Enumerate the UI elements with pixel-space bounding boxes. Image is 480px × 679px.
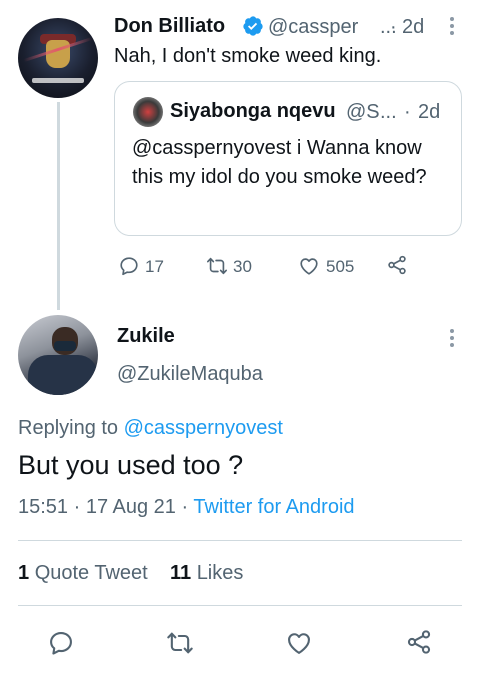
tweet-meta-line: 15:51 · 17 Aug 21 · Twitter for Android [18,496,355,519]
verified-badge-icon [243,16,263,36]
parent-timestamp[interactable]: 2d [402,16,424,39]
retweet-icon[interactable] [206,255,228,277]
quoted-author-name: Siyabonga nqevu [170,100,336,122]
parent-author-name[interactable]: Don Billiato [114,15,225,38]
quoted-timestamp: 2d [418,101,441,123]
likes-count: 11 [169,562,192,584]
reply-icon[interactable] [118,255,140,277]
share-icon[interactable] [405,628,433,656]
quote-tweet-stat[interactable]: 1 Quote Tweet [18,562,148,584]
main-author-name[interactable]: Zukile [117,325,175,348]
parent-author-handle[interactable]: @cassper [268,16,380,39]
avatar-caption [32,78,84,83]
replying-to-label: Replying to [18,417,119,439]
reply-count: 17 [145,257,164,276]
replying-to-line: Replying to @casspernyovest [18,417,283,440]
thread-connector-line [57,102,60,310]
divider [18,605,462,606]
parent-time-separator: · [390,16,397,38]
reply-icon[interactable] [47,629,75,657]
divider [18,540,462,541]
main-tweet-text: But you used too ? [18,450,244,480]
main-author-avatar[interactable] [18,315,98,395]
main-author-handle[interactable]: @ZukileMaquba [117,363,263,386]
avatar-body [28,355,98,395]
parent-author-avatar[interactable] [18,18,98,98]
quoted-handle-ellipsis: ... [380,101,397,123]
like-count: 505 [326,257,355,276]
main-more-options-icon[interactable] [440,326,464,352]
quoted-author-handle: @S [346,101,380,123]
engagement-stats: 1 Quote Tweet 11 Likes [18,562,243,585]
likes-label: Likes [196,562,244,584]
avatar-mask [54,341,76,351]
tweet-timestamp[interactable]: 15:51 · 17 Aug 21 · [18,496,188,518]
retweet-icon[interactable] [166,629,194,657]
replying-to-mention-link[interactable]: @casspernyovest [124,417,283,439]
share-icon[interactable] [386,254,408,276]
likes-stat[interactable]: 11 Likes [170,562,243,584]
tweet-client-link[interactable]: Twitter for Android [193,496,354,518]
quote-tweet-count: 1 [18,562,30,584]
retweet-count: 30 [233,257,252,276]
like-heart-icon[interactable] [285,629,313,657]
quoted-tweet-text: @casspernyovest i Wanna know this my ido… [132,137,427,188]
like-heart-icon[interactable] [298,255,320,277]
quote-tweet-label: Quote Tweet [34,562,148,584]
quoted-author-avatar [133,97,163,127]
quoted-time-separator: · [404,101,411,123]
parent-more-options-icon[interactable] [440,14,464,40]
parent-tweet-text: Nah, I don't smoke weed king. [114,45,382,67]
